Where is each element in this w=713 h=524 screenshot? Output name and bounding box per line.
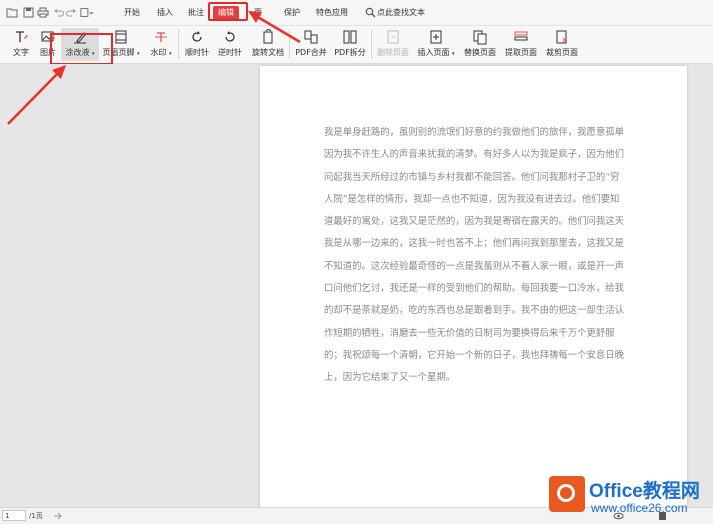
pdf-page[interactable]: 我是单身赶路的，虽则别的流氓们好意的约我做他们的旅伴，我愿意孤单因为我不许生人的… [260,66,687,516]
menu-comment[interactable]: 批注 [188,6,204,20]
pdf-merge-button[interactable]: PDF合并 [293,28,329,61]
menu-special-apps[interactable]: 特色应用 [316,6,348,20]
next-page-icon[interactable] [52,510,64,522]
print-icon[interactable] [36,5,50,19]
menu-start[interactable]: 开始 [124,6,140,20]
rotate-clockwise-icon [192,31,202,42]
logo-title: Office教程网 [589,481,700,502]
redo-icon[interactable] [64,5,78,19]
watermark-icon [155,32,167,42]
logo-url: www.office26.com [591,501,688,515]
extract-page-icon [514,31,528,41]
rotate-document-label: 旋转文档 [252,48,284,57]
text-button[interactable]: 文字 [8,28,34,61]
menu-page[interactable]: 页 [254,6,262,20]
rotate-clockwise-label: 顺时针 [185,48,209,57]
office-logo-icon [549,476,585,512]
pdf-merge-icon [304,30,318,44]
rotate-counterclockwise-button[interactable]: 逆时针 [216,28,244,61]
page-body-text: 我是单身赶路的，虽则别的流氓们好意的约我做他们的旅伴，我愿意孤单因为我不许生人的… [324,127,625,384]
watermark-label: 水印 [150,48,167,57]
toolbar-separator [178,30,179,58]
highlight-correction-fluid [50,33,113,65]
watermark-button[interactable]: 水印 ▾ [147,28,175,61]
rotate-clockwise-button[interactable]: 顺时针 [183,28,211,61]
highlight-edit-menu [208,2,248,21]
undo-icon[interactable] [51,5,65,19]
extract-page-button[interactable]: 提取页面 [503,28,539,61]
extract-page-label: 提取页面 [505,48,537,57]
rotate-document-icon [263,29,273,44]
rotate-counterclockwise-icon [225,31,235,42]
pdf-split-icon [343,30,357,44]
header-footer-icon [115,30,127,44]
insert-page-button[interactable]: 插入页面 ▾ [416,28,456,61]
delete-page-button[interactable]: 删除页面 [375,28,411,61]
insert-page-label: 插入页面 [417,48,450,57]
pdf-split-label: PDF拆分 [334,48,366,57]
menu-insert[interactable]: 插入 [157,6,173,20]
toolbar-separator [289,30,290,58]
crop-page-label: 裁剪页面 [546,48,578,57]
insert-page-icon [430,30,442,44]
search-icon [363,5,377,19]
page-number-input[interactable]: 1 [2,510,26,521]
dropdown-arrow-icon: ▾ [169,51,172,57]
crop-page-icon [556,30,568,44]
rotate-document-button[interactable]: 旋转文档 [250,28,286,61]
delete-page-label: 删除页面 [377,48,409,57]
replace-page-button[interactable]: 替换页面 [462,28,498,61]
pdf-merge-label: PDF合并 [295,48,327,57]
toolbar-separator [371,30,372,58]
pdf-split-button[interactable]: PDF拆分 [332,28,368,61]
watermark-logo: Office教程网 www.office26.com [549,472,709,520]
dropdown-arrow-icon: ▾ [137,51,140,57]
replace-page-label: 替换页面 [464,48,496,57]
open-folder-icon[interactable] [5,5,19,19]
find-text-search[interactable]: 点此查找文本 [377,6,425,20]
save-icon[interactable] [21,5,35,19]
dropdown-arrow-icon: ▾ [452,51,455,57]
replace-page-icon [473,30,487,45]
text-edit-icon [16,31,28,42]
crop-page-button[interactable]: 裁剪页面 [544,28,580,61]
page-total: /1页 [29,512,43,520]
customize-icon[interactable] [80,5,94,19]
delete-page-icon [387,30,399,44]
menu-bar: 开始 插入 批注 编辑 页 保护 特色应用 点此查找文本 [0,0,713,26]
text-label: 文字 [13,48,29,57]
rotate-counterclockwise-label: 逆时针 [218,48,242,57]
menu-protect[interactable]: 保护 [284,6,300,20]
